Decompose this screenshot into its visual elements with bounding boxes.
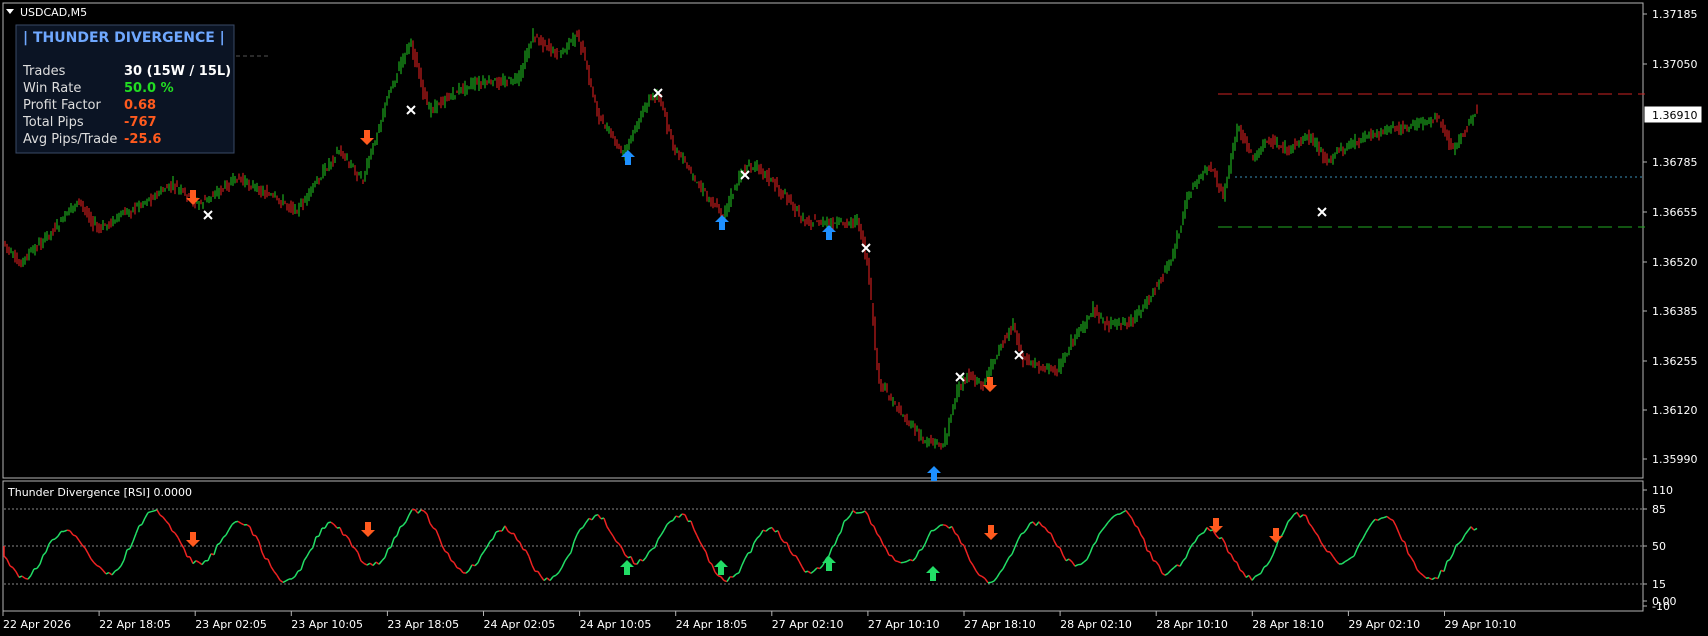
stats-label: Trades <box>22 64 66 79</box>
rsi-segment <box>126 547 131 551</box>
rsi-segment <box>495 530 500 533</box>
time-tick-label: 27 Apr 18:10 <box>964 618 1036 631</box>
indicator-tick-label: 15 <box>1652 578 1666 591</box>
indicator-tick-label: 50 <box>1652 540 1666 553</box>
rsi-segment <box>327 521 332 524</box>
indicator-tick-label: 110 <box>1652 484 1673 497</box>
symbol-title: USDCAD,M5 <box>20 6 87 19</box>
stats-label: Profit Factor <box>23 98 101 113</box>
time-tick-label: 28 Apr 02:10 <box>1060 618 1132 631</box>
indicator-tick-label: -10 <box>1652 600 1670 613</box>
stats-value: 30 (15W / 15L) <box>124 64 231 79</box>
rsi-segment <box>33 567 38 570</box>
stats-value: -25.6 <box>124 132 161 147</box>
rsi-segment <box>147 510 152 514</box>
rsi-segment <box>1302 514 1307 517</box>
rsi-segment <box>264 557 269 560</box>
background <box>0 0 1708 636</box>
price-tick-label: 1.36255 <box>1652 355 1698 368</box>
rsi-segment <box>762 529 767 532</box>
price-tick-label: 1.36655 <box>1652 206 1698 219</box>
price-tick-label: 1.35990 <box>1652 453 1698 466</box>
rsi-segment <box>51 538 56 541</box>
time-tick-label: 28 Apr 18:10 <box>1252 618 1324 631</box>
rsi-segment <box>1380 516 1385 520</box>
rsi-segment <box>747 551 752 554</box>
time-tick-label: 22 Apr 2026 <box>3 618 71 631</box>
time-tick-label: 27 Apr 10:10 <box>868 618 940 631</box>
time-tick-label: 24 Apr 18:05 <box>676 618 748 631</box>
stats-value: -767 <box>124 115 157 130</box>
time-tick-label: 23 Apr 18:05 <box>387 618 459 631</box>
rsi-segment <box>252 534 257 537</box>
indicator-tick-label: 85 <box>1652 503 1666 516</box>
rsi-segment <box>894 559 899 563</box>
rsi-segment <box>903 560 908 564</box>
rsi-segment <box>942 524 947 527</box>
rsi-segment <box>918 548 923 552</box>
time-tick-label: 22 Apr 18:05 <box>99 618 171 631</box>
stats-label: Total Pips <box>22 115 84 130</box>
price-tick-label: 1.37050 <box>1652 58 1698 71</box>
time-tick-label: 23 Apr 02:05 <box>195 618 267 631</box>
stats-panel: | THUNDER DIVERGENCE | Trades 30 (15W / 1… <box>15 24 235 154</box>
rsi-segment <box>471 564 476 567</box>
rsi-segment <box>681 513 686 516</box>
rsi-segment <box>315 535 320 538</box>
time-tick-label: 28 Apr 10:10 <box>1156 618 1228 631</box>
time-tick-label: 23 Apr 10:05 <box>291 618 363 631</box>
time-tick-label: 24 Apr 02:05 <box>484 618 556 631</box>
stats-value: 0.68 <box>124 98 156 113</box>
rsi-segment <box>150 510 155 513</box>
stats-panel-title: | THUNDER DIVERGENCE | <box>23 30 225 46</box>
rsi-segment <box>1374 518 1379 521</box>
rsi-segment <box>717 574 722 578</box>
price-tick-label: 1.36120 <box>1652 404 1698 417</box>
indicator-title: Thunder Divergence [RSI] 0.0000 <box>7 486 192 499</box>
price-tick-label: 1.37185 <box>1652 8 1698 21</box>
price-tick-label: 1.36785 <box>1652 156 1698 169</box>
price-tick-label: 1.36385 <box>1652 305 1698 318</box>
price-tick-label: 1.36520 <box>1652 256 1698 269</box>
rsi-segment <box>72 534 77 537</box>
current-price-label: 1.36910 <box>1652 109 1698 122</box>
time-tick-label: 27 Apr 02:10 <box>772 618 844 631</box>
chart-window[interactable]: USDCAD,M5 | THUNDER DIVERGENCE | Trades 3… <box>0 0 1708 636</box>
rsi-segment <box>66 529 71 532</box>
time-tick-label: 29 Apr 10:10 <box>1445 618 1517 631</box>
rsi-segment <box>234 520 239 523</box>
time-tick-label: 24 Apr 10:05 <box>580 618 652 631</box>
stats-label: Win Rate <box>23 81 81 96</box>
rsi-segment <box>522 548 527 552</box>
stats-value: 50.0 % <box>124 81 174 96</box>
rsi-segment <box>420 509 425 512</box>
rsi-segment <box>1152 559 1157 563</box>
stats-label: Avg Pips/Trade <box>23 132 117 147</box>
rsi-segment <box>888 554 893 557</box>
time-tick-label: 29 Apr 02:10 <box>1348 618 1420 631</box>
rsi-segment <box>939 524 944 527</box>
rsi-segment <box>804 570 809 573</box>
